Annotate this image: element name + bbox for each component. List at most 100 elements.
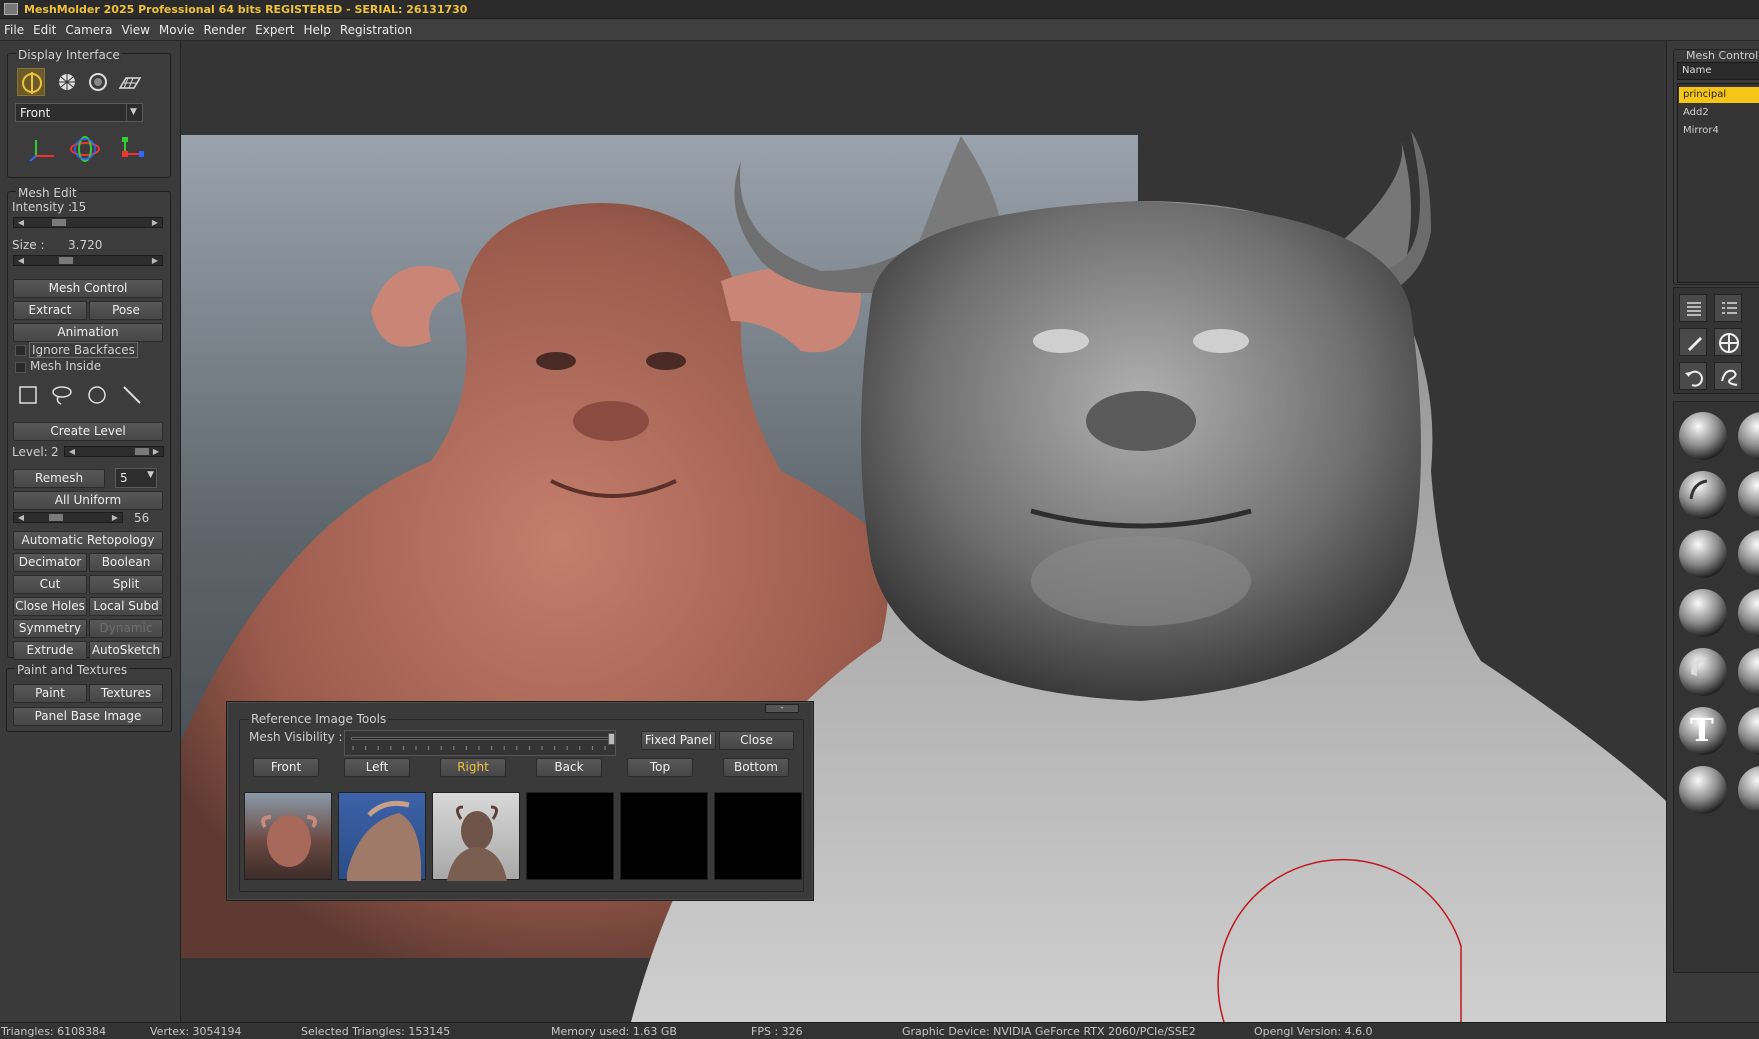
target-icon[interactable] <box>1714 328 1742 356</box>
ignore-backfaces-label[interactable]: Ignore Backfaces <box>29 342 138 358</box>
automatic-retopology-button[interactable]: Automatic Retopology <box>13 531 163 550</box>
view-right-button[interactable]: Right <box>440 758 506 777</box>
detail-view-icon[interactable] <box>1714 294 1742 322</box>
brush-sphere-icon[interactable] <box>1677 410 1729 462</box>
rectangle-select-icon[interactable] <box>14 381 42 409</box>
menu-file[interactable]: File <box>4 23 24 37</box>
reference-slot-empty-2[interactable] <box>620 792 708 880</box>
ref-tools-title: Reference Image Tools <box>249 712 389 726</box>
lasso-select-icon[interactable] <box>48 381 76 409</box>
menu-render[interactable]: Render <box>203 23 246 37</box>
status-bar: Triangles: 6108384 Vertex: 3054194 Selec… <box>0 1022 1759 1039</box>
view-top-button[interactable]: Top <box>627 758 693 777</box>
mesh-list-item[interactable]: Add2 <box>1679 105 1759 121</box>
mesh-control-panel-title: Mesh Control <box>1686 49 1759 62</box>
smooth-sphere-icon[interactable] <box>84 68 112 96</box>
close-holes-button[interactable]: Close Holes <box>13 597 87 616</box>
intensity-slider[interactable]: ◀ ▶ <box>13 217 163 228</box>
circle-select-icon[interactable] <box>83 381 111 409</box>
grid-plane-icon[interactable] <box>115 68 143 96</box>
undo-icon[interactable] <box>1679 362 1707 390</box>
wireframe-sphere-icon[interactable] <box>53 68 81 96</box>
brush-tool-icon[interactable] <box>1679 328 1707 356</box>
text-brush-icon[interactable]: T <box>1677 705 1729 757</box>
animation-button[interactable]: Animation <box>13 323 163 342</box>
view-left-button[interactable]: Left <box>344 758 410 777</box>
local-subd-button[interactable]: Local Subd <box>89 597 163 616</box>
brush-smooth-icon[interactable] <box>1677 528 1729 580</box>
intensity-slider-thumb[interactable] <box>52 219 67 226</box>
mesh-inside-label[interactable]: Mesh Inside <box>30 359 101 373</box>
minimize-button[interactable]: - <box>765 704 799 713</box>
mesh-visibility-slider[interactable] <box>344 730 616 756</box>
mesh-control-button[interactable]: Mesh Control <box>13 279 163 298</box>
reference-thumbnail-2[interactable] <box>338 792 426 881</box>
reference-thumbnail-1[interactable] <box>244 792 332 880</box>
create-level-button[interactable]: Create Level <box>13 422 163 441</box>
close-button[interactable]: Close <box>719 731 794 750</box>
mesh-list-item-selected[interactable]: principal <box>1679 87 1759 103</box>
menu-registration[interactable]: Registration <box>340 23 412 37</box>
reference-slot-empty-1[interactable] <box>526 792 614 880</box>
menu-expert[interactable]: Expert <box>255 23 294 37</box>
ignore-backfaces-checkbox[interactable] <box>15 345 26 356</box>
rotate-mode-icon[interactable] <box>17 68 45 96</box>
panel-base-image-button[interactable]: Panel Base Image <box>13 707 163 726</box>
3d-viewport[interactable]: - Reference Image Tools Mesh Visibility … <box>181 41 1666 1022</box>
view-back-button[interactable]: Back <box>536 758 602 777</box>
curve-tool-icon[interactable] <box>1714 362 1742 390</box>
extrude-button[interactable]: Extrude <box>13 641 87 660</box>
uniform-slider[interactable]: ◀ ▶ <box>13 512 123 523</box>
remesh-dropdown-value: 5 <box>120 471 128 485</box>
brush-pinch-icon[interactable] <box>1677 646 1729 698</box>
status-memory: Memory used: 1.63 GB <box>551 1025 677 1038</box>
view-dropdown[interactable]: Front ▼ <box>15 103 143 122</box>
line-select-icon[interactable] <box>118 381 146 409</box>
symmetry-button[interactable]: Symmetry <box>13 619 87 638</box>
axis-rotate-icon[interactable] <box>68 134 100 162</box>
menu-bar: File Edit Camera View Movie Render Exper… <box>0 19 1759 41</box>
axis-move-icon[interactable] <box>26 134 54 162</box>
tool-icons-panel <box>1673 287 1759 394</box>
menu-camera[interactable]: Camera <box>65 23 112 37</box>
decimator-button[interactable]: Decimator <box>13 553 87 572</box>
list-view-icon[interactable] <box>1679 294 1707 322</box>
autosketch-button[interactable]: AutoSketch <box>89 641 163 660</box>
brush-palette: T <box>1673 401 1759 973</box>
paint-button[interactable]: Paint <box>13 684 87 703</box>
remesh-button[interactable]: Remesh <box>13 469 105 488</box>
mesh-list-item[interactable]: Mirror4 <box>1679 123 1759 139</box>
mesh-inside-checkbox[interactable] <box>15 362 26 373</box>
fixed-panel-button[interactable]: Fixed Panel <box>641 731 716 750</box>
level-slider-thumb[interactable] <box>135 448 149 455</box>
extract-button[interactable]: Extract <box>13 301 87 320</box>
brush-flatten-icon[interactable] <box>1677 764 1729 816</box>
menu-edit[interactable]: Edit <box>33 23 56 37</box>
all-uniform-button[interactable]: All Uniform <box>13 491 163 510</box>
size-slider[interactable]: ◀ ▶ <box>13 255 163 266</box>
display-interface-group: Display Interface Front ▼ <box>7 48 171 178</box>
reference-slot-empty-3[interactable] <box>714 792 802 880</box>
menu-view[interactable]: View <box>121 23 149 37</box>
uniform-slider-thumb[interactable] <box>49 514 63 521</box>
name-column-header[interactable]: Name <box>1677 62 1759 80</box>
dynamic-button[interactable]: Dynamic <box>89 619 163 638</box>
boolean-button[interactable]: Boolean <box>89 553 163 572</box>
brush-crease-icon[interactable] <box>1677 469 1729 521</box>
axis-scale-icon[interactable] <box>113 134 144 162</box>
textures-button[interactable]: Textures <box>89 684 163 703</box>
view-bottom-button[interactable]: Bottom <box>723 758 789 777</box>
brush-inflate-icon[interactable] <box>1677 587 1729 639</box>
size-slider-thumb[interactable] <box>58 257 73 264</box>
cut-button[interactable]: Cut <box>13 575 87 594</box>
split-button[interactable]: Split <box>89 575 163 594</box>
menu-help[interactable]: Help <box>304 23 331 37</box>
menu-movie[interactable]: Movie <box>159 23 195 37</box>
remesh-dropdown[interactable]: 5 ▼ <box>115 468 157 488</box>
view-dropdown-value: Front <box>20 106 51 120</box>
reference-thumbnail-3[interactable] <box>432 792 520 881</box>
view-front-button[interactable]: Front <box>253 758 319 777</box>
window-title: MeshMolder 2025 Professional 64 bits REG… <box>24 3 468 16</box>
pose-button[interactable]: Pose <box>89 301 163 320</box>
level-slider[interactable]: ◀ ▶ <box>64 446 164 457</box>
